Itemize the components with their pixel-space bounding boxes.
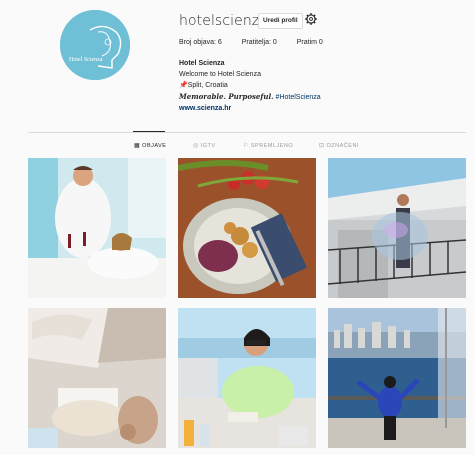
bubble-balcony-photo	[328, 158, 466, 298]
towels-spa-photo	[28, 308, 166, 448]
active-tab-indicator	[133, 131, 165, 132]
hotel-logo-icon: Hotel Scienza	[60, 10, 130, 80]
igtv-icon: ◎	[193, 143, 199, 149]
post-thumbnail[interactable]	[328, 158, 466, 298]
profile-stats: Broj objava: 6 Pratitelja: 0 Pratim 0	[179, 39, 341, 46]
profile-bio: Hotel Scienza Welcome to Hotel Scienza 📌…	[179, 58, 321, 114]
website-link[interactable]: www.scienza.hr	[179, 103, 321, 114]
bio-name: Hotel Scienza	[179, 60, 225, 67]
tagged-icon: ⊡	[319, 143, 325, 149]
tab-igtv-label: IGTV	[200, 142, 216, 149]
tab-posts-label: OBJAVE	[142, 142, 167, 149]
avatar[interactable]: Hotel Scienza	[60, 10, 130, 80]
hashtag-link[interactable]: #HotelScienza	[276, 94, 321, 101]
avatar-text: Hotel Scienza	[69, 57, 103, 63]
post-thumbnail[interactable]	[178, 158, 316, 298]
username: hotelscienza	[179, 13, 268, 29]
grid-icon: ▦	[134, 143, 141, 149]
tab-tagged[interactable]: ⊡ OZNAČENI	[319, 142, 359, 150]
post-thumbnail[interactable]	[28, 158, 166, 298]
tab-saved-label: SPREMLJENO	[250, 142, 294, 149]
tabs-divider	[28, 132, 466, 133]
bio-motto-line: 𝑴𝒆𝒎𝒐𝒓𝒂𝒃𝒍𝒆. 𝑷𝒖𝒓𝒑𝒐𝒔𝒆𝒇𝒖𝒍. #HotelScienza	[179, 91, 321, 103]
couple-spa-photo	[28, 158, 166, 298]
food-plate-photo	[178, 158, 316, 298]
tab-igtv[interactable]: ◎ IGTV	[193, 142, 216, 150]
followers-count[interactable]: Pratitelja: 0	[242, 39, 277, 46]
bookmark-icon: ⚐	[243, 143, 249, 149]
tab-posts[interactable]: ▦ OBJAVE	[134, 142, 167, 150]
edit-profile-button[interactable]: Uredi profil	[258, 13, 303, 29]
tab-tagged-label: OZNAČENI	[326, 142, 359, 149]
gear-icon[interactable]	[304, 12, 318, 26]
bio-welcome: Welcome to Hotel Scienza	[179, 71, 261, 78]
post-thumbnail[interactable]	[28, 308, 166, 448]
post-thumbnail[interactable]	[178, 308, 316, 448]
bio-motto: 𝑴𝒆𝒎𝒐𝒓𝒂𝒃𝒍𝒆. 𝑷𝒖𝒓𝒑𝒐𝒔𝒆𝒇𝒖𝒍.	[179, 92, 274, 101]
following-count[interactable]: Pratim 0	[297, 39, 323, 46]
man-seaside-photo	[328, 308, 466, 448]
post-thumbnail[interactable]	[328, 308, 466, 448]
posts-count: Broj objava: 6	[179, 39, 222, 46]
bio-location: 📌Split, Croatia	[179, 82, 228, 89]
tab-saved[interactable]: ⚐ SPREMLJENO	[243, 142, 294, 150]
woman-coffee-photo	[178, 308, 316, 448]
profile-page: Hotel Scienza hotelscienza Uredi profil …	[0, 0, 474, 455]
